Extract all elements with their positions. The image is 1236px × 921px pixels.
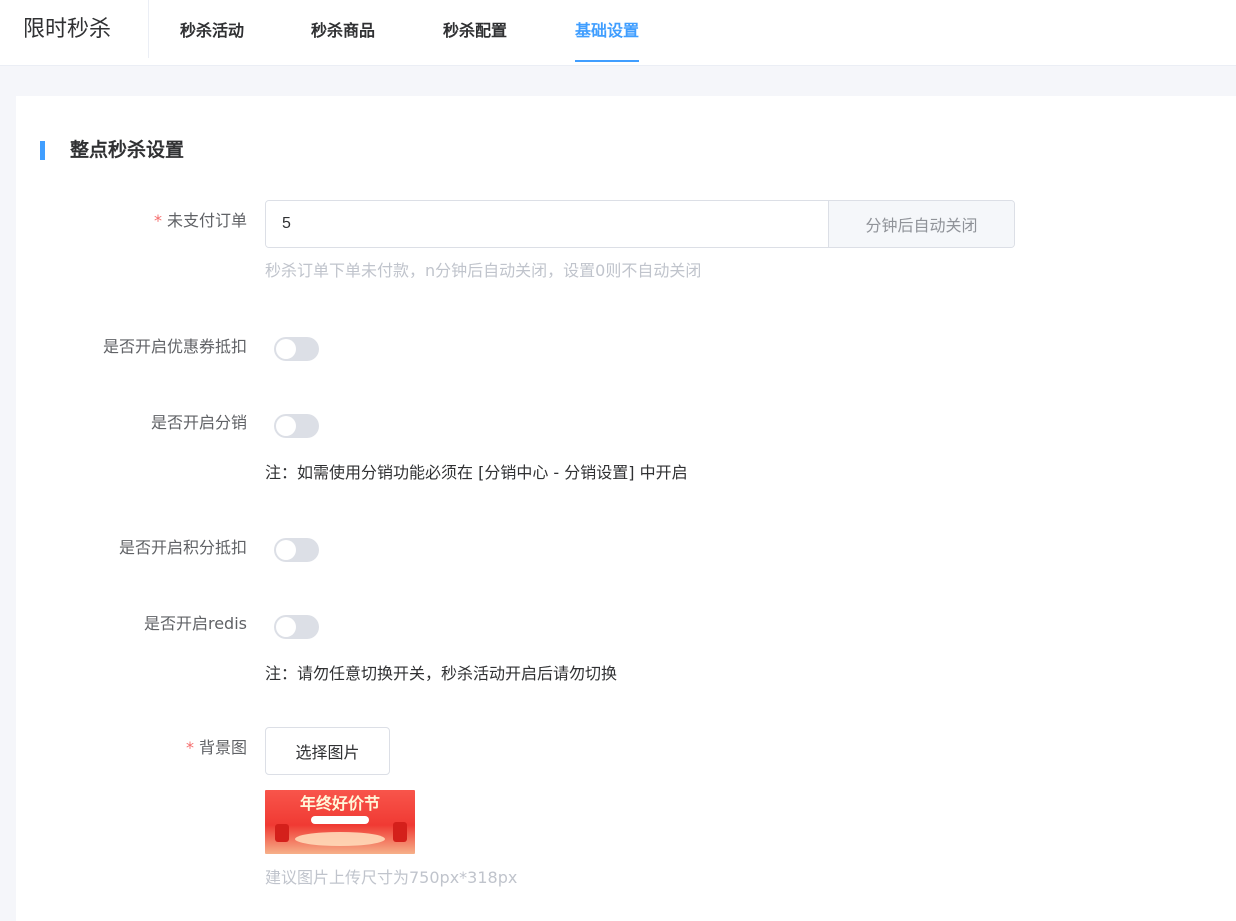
switch-knob bbox=[276, 416, 296, 436]
background-image-hint: 建议图片上传尺寸为750px*318px bbox=[265, 868, 518, 887]
tab-basic-settings[interactable]: 基础设置 bbox=[575, 20, 640, 62]
banner-decoration bbox=[393, 822, 407, 842]
coupon-deduction-switch[interactable] bbox=[274, 337, 319, 361]
background-image-label-text: 背景图 bbox=[198, 738, 247, 757]
settings-card: 整点秒杀设置 *未支付订单 分钟后自动关闭 秒杀订单下单未付款，n分钟后自动关闭… bbox=[16, 96, 1236, 921]
select-image-button[interactable]: 选择图片 bbox=[265, 727, 390, 775]
banner-stage bbox=[295, 832, 385, 846]
distribution-switch[interactable] bbox=[274, 414, 319, 438]
background-image-preview[interactable]: 年终好价节 bbox=[265, 790, 415, 854]
background-image-label: * 背景图 bbox=[186, 737, 247, 759]
page-title: 限时秒杀 bbox=[23, 17, 112, 42]
required-mark: * bbox=[185, 738, 194, 757]
required-mark: * bbox=[153, 211, 162, 230]
tab-seckill-products[interactable]: 秒杀商品 bbox=[311, 20, 375, 62]
tab-seckill-config[interactable]: 秒杀配置 bbox=[443, 20, 507, 62]
distribution-note: 注：如需使用分销功能必须在 [分销中心 - 分销设置] 中开启 bbox=[265, 463, 688, 482]
tab-seckill-activity[interactable]: 秒杀活动 bbox=[180, 20, 244, 62]
unpaid-minutes-suffix: 分钟后自动关闭 bbox=[828, 201, 1014, 247]
switch-knob bbox=[276, 540, 296, 560]
unpaid-minutes-input[interactable] bbox=[266, 201, 828, 247]
switch-knob bbox=[276, 339, 296, 359]
redis-label: 是否开启redis bbox=[143, 614, 247, 633]
unpaid-order-label: * 未支付订单 bbox=[154, 210, 247, 232]
points-deduction-switch[interactable] bbox=[274, 538, 319, 562]
top-navigation-bar: 限时秒杀 秒杀活动 秒杀商品 秒杀配置 基础设置 bbox=[0, 0, 1236, 66]
switch-knob bbox=[276, 617, 296, 637]
banner-text: 年终好价节 bbox=[299, 794, 380, 813]
title-divider bbox=[148, 0, 149, 58]
section-title: 整点秒杀设置 bbox=[70, 139, 185, 161]
banner-decoration bbox=[275, 824, 289, 842]
banner-pill bbox=[311, 816, 369, 824]
distribution-label: 是否开启分销 bbox=[150, 413, 247, 432]
coupon-deduction-label: 是否开启优惠券抵扣 bbox=[102, 337, 247, 356]
redis-switch[interactable] bbox=[274, 615, 319, 639]
unpaid-order-label-text: 未支付订单 bbox=[166, 211, 247, 230]
section-accent-bar bbox=[40, 141, 45, 160]
unpaid-order-hint: 秒杀订单下单未付款，n分钟后自动关闭，设置0则不自动关闭 bbox=[265, 261, 702, 280]
unpaid-order-input-group: 分钟后自动关闭 bbox=[265, 200, 1015, 248]
redis-note: 注：请勿任意切换开关，秒杀活动开启后请勿切换 bbox=[265, 664, 618, 683]
points-deduction-label: 是否开启积分抵扣 bbox=[118, 538, 247, 557]
